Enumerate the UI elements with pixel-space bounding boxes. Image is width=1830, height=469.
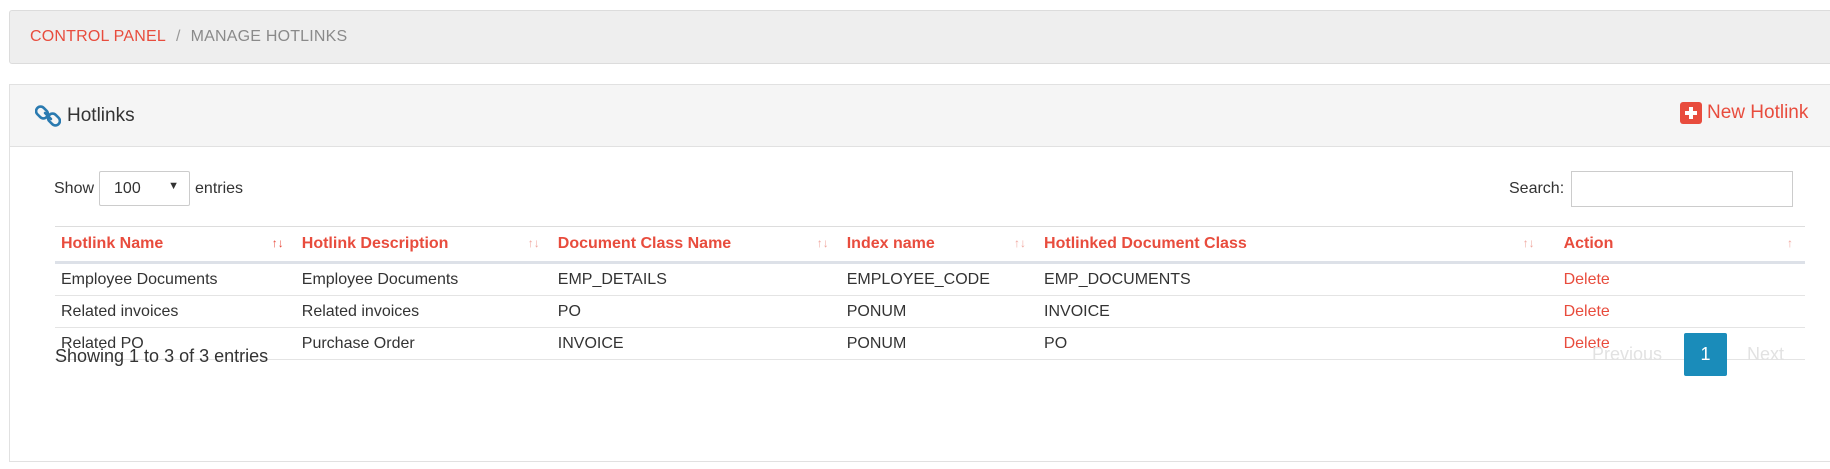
table-row: Related invoices Related invoices PO PON… [55, 295, 1805, 328]
column-header-index-name[interactable]: Index name ↑↓ [840, 226, 1039, 264]
column-header-document-class-name[interactable]: Document Class Name ↑↓ [551, 226, 841, 264]
sort-icon: ↑↓ [1522, 236, 1535, 250]
sort-icon: ↑↓ [527, 236, 540, 250]
sort-icon: ↑ [1787, 236, 1793, 250]
column-header-hotlink-description[interactable]: Hotlink Description ↑↓ [295, 226, 552, 264]
sort-icon: ↑↓ [271, 236, 284, 250]
sort-icon: ↑↓ [816, 236, 829, 250]
cell-hotlink-name: Employee Documents [55, 262, 296, 296]
pagination: Previous 1 Next [1592, 333, 1784, 376]
column-header-hotlinked-document-class[interactable]: Hotlinked Document Class ↑↓ [1038, 226, 1547, 264]
sort-icon: ↑↓ [1014, 236, 1027, 250]
show-label: Show [54, 179, 95, 197]
delete-link[interactable]: Delete [1546, 295, 1805, 328]
search-input[interactable] [1571, 171, 1794, 207]
breadcrumb-current: MANAGE HOTLINKS [190, 28, 348, 45]
cell-index-name: PONUM [840, 327, 1039, 360]
previous-page-button[interactable]: Previous [1592, 344, 1662, 365]
search-control: Search: [1509, 171, 1794, 207]
panel-title: Hotlinks [35, 103, 135, 129]
entries-length-control: Show 100 ▼ entries [54, 171, 243, 206]
breadcrumb-control-panel[interactable]: CONTROL PANEL [30, 28, 166, 46]
cell-hotlink-name: Related invoices [55, 295, 296, 328]
cell-hotlink-description: Purchase Order [295, 327, 552, 360]
link-icon [35, 104, 61, 127]
cell-index-name: PONUM [840, 295, 1039, 328]
page-button-1[interactable]: 1 [1684, 333, 1728, 376]
cell-hotlinked-class: PO [1038, 327, 1547, 360]
panel-header: Hotlinks New Hotlink [10, 85, 1830, 147]
entries-select-value: 100 [114, 179, 141, 197]
entries-label: entries [195, 179, 244, 197]
column-header-action[interactable]: Action ↑ [1546, 226, 1805, 264]
column-header-hotlink-name[interactable]: Hotlink Name ↑↓ [55, 226, 296, 264]
entries-select[interactable]: 100 ▼ [99, 171, 191, 206]
table-header-row: Hotlink Name ↑↓ Hotlink Description ↑↓ Doc… [55, 226, 1805, 264]
search-label: Search: [1509, 180, 1565, 197]
cell-hotlink-description: Employee Documents [295, 262, 552, 296]
next-page-button[interactable]: Next [1747, 344, 1784, 365]
table-row: Employee Documents Employee Documents EM… [55, 262, 1805, 296]
new-hotlink-button[interactable]: New Hotlink [1680, 102, 1808, 124]
cell-hotlinked-class: INVOICE [1038, 295, 1547, 328]
cell-document-class: PO [551, 295, 841, 328]
cell-hotlinked-class: EMP_DOCUMENTS [1038, 262, 1547, 296]
cell-document-class: INVOICE [551, 327, 841, 360]
cell-index-name: EMPLOYEE_CODE [840, 262, 1039, 296]
table-row: Related PO Purchase Order INVOICE PONUM … [55, 327, 1805, 360]
panel-title-text: Hotlinks [67, 104, 135, 126]
plus-square-icon [1680, 102, 1702, 124]
hotlinks-table: Hotlink Name ↑↓ Hotlink Description ↑↓ Doc… [55, 226, 1805, 360]
cell-hotlink-description: Related invoices [295, 295, 552, 328]
cell-document-class: EMP_DETAILS [551, 262, 841, 296]
caret-down-icon: ▼ [168, 180, 180, 192]
new-hotlink-label: New Hotlink [1707, 102, 1809, 123]
hotlinks-panel: Hotlinks New Hotlink Show 100 ▼ entries … [9, 84, 1830, 462]
delete-link[interactable]: Delete [1546, 262, 1805, 296]
breadcrumb-separator: / [175, 28, 181, 45]
table-info: Showing 1 to 3 of 3 entries [55, 346, 269, 366]
breadcrumb: CONTROL PANEL / MANAGE HOTLINKS [9, 10, 1830, 64]
